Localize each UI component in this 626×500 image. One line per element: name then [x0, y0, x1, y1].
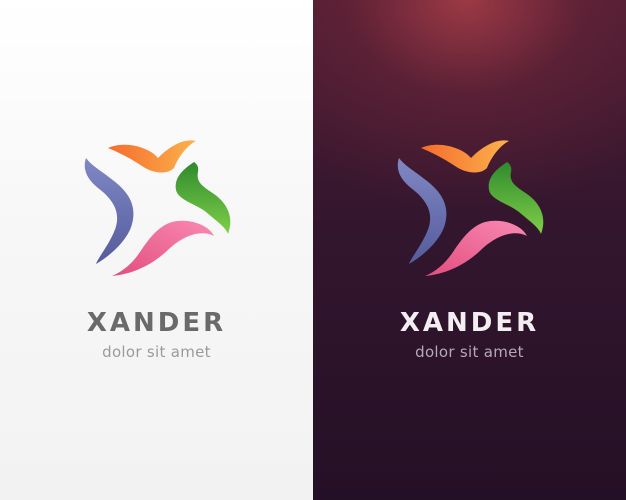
- star-ribbon-logo-icon: [391, 136, 547, 282]
- brand-name: XANDER: [399, 308, 540, 338]
- brand-tagline: dolor sit amet: [102, 343, 211, 361]
- dark-logo-panel: XANDER dolor sit amet: [313, 0, 626, 500]
- brand-tagline: dolor sit amet: [415, 343, 524, 361]
- star-ribbon-logo-icon: [78, 136, 234, 282]
- brand-name: XANDER: [86, 308, 227, 338]
- light-logo-panel: XANDER dolor sit amet: [0, 0, 313, 500]
